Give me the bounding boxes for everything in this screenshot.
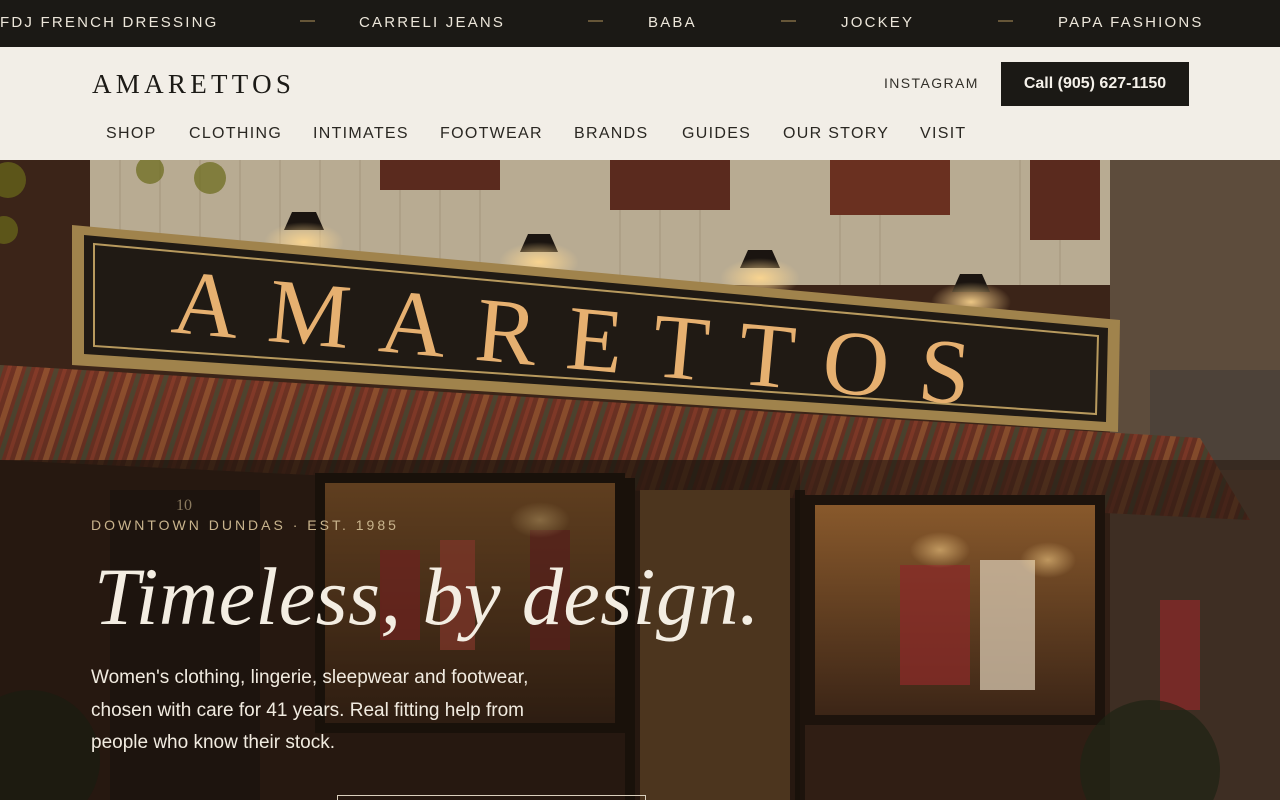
ticker-separator: — xyxy=(781,12,796,29)
ticker-brand: CARRELI JEANS xyxy=(359,14,506,31)
ticker-separator: — xyxy=(588,12,603,29)
hero-description: Women's clothing, lingerie, sleepwear an… xyxy=(91,667,529,753)
nav-item-intimates[interactable]: INTIMATES xyxy=(313,125,409,143)
brand-ticker: FDJ FRENCH DRESSING — CARRELI JEANS — BA… xyxy=(0,0,1280,47)
call-button[interactable]: Call (905) 627-1150 xyxy=(1001,62,1189,106)
nav-item-visit[interactable]: VISIT xyxy=(920,125,967,143)
instagram-link[interactable]: INSTAGRAM xyxy=(884,75,979,91)
hero-headline: Timeless, by design. xyxy=(94,551,760,642)
ticker-separator: — xyxy=(998,12,1013,29)
ticker-brand: PAPA FASHIONS xyxy=(1058,14,1204,31)
nav-item-our-story[interactable]: OUR STORY xyxy=(783,125,889,143)
nav-item-guides[interactable]: GUIDES xyxy=(682,125,751,143)
ticker-separator: — xyxy=(300,12,315,29)
nav-item-clothing[interactable]: CLOTHING xyxy=(189,125,282,143)
ticker-brand: FDJ FRENCH DRESSING xyxy=(0,14,219,31)
site-header: AMARETTOS INSTAGRAM Call (905) 627-1150 … xyxy=(0,47,1280,160)
hero-cta-button[interactable] xyxy=(337,795,646,800)
nav-item-shop[interactable]: SHOP xyxy=(106,125,157,143)
ticker-brand: BABA xyxy=(648,14,697,31)
main-nav: SHOP CLOTHING INTIMATES FOOTWEAR BRANDS … xyxy=(0,125,1280,147)
nav-item-brands[interactable]: BRANDS xyxy=(574,125,648,143)
ticker-brand: JOCKEY xyxy=(841,14,915,31)
site-logo[interactable]: AMARETTOS xyxy=(92,69,295,100)
nav-item-footwear[interactable]: FOOTWEAR xyxy=(440,125,543,143)
hero-section: AMARETTOS 10 DOWNTOWN DUNDAS · EST. 1985… xyxy=(0,160,1280,800)
hero-eyebrow: DOWNTOWN DUNDAS · EST. 1985 xyxy=(91,517,399,533)
